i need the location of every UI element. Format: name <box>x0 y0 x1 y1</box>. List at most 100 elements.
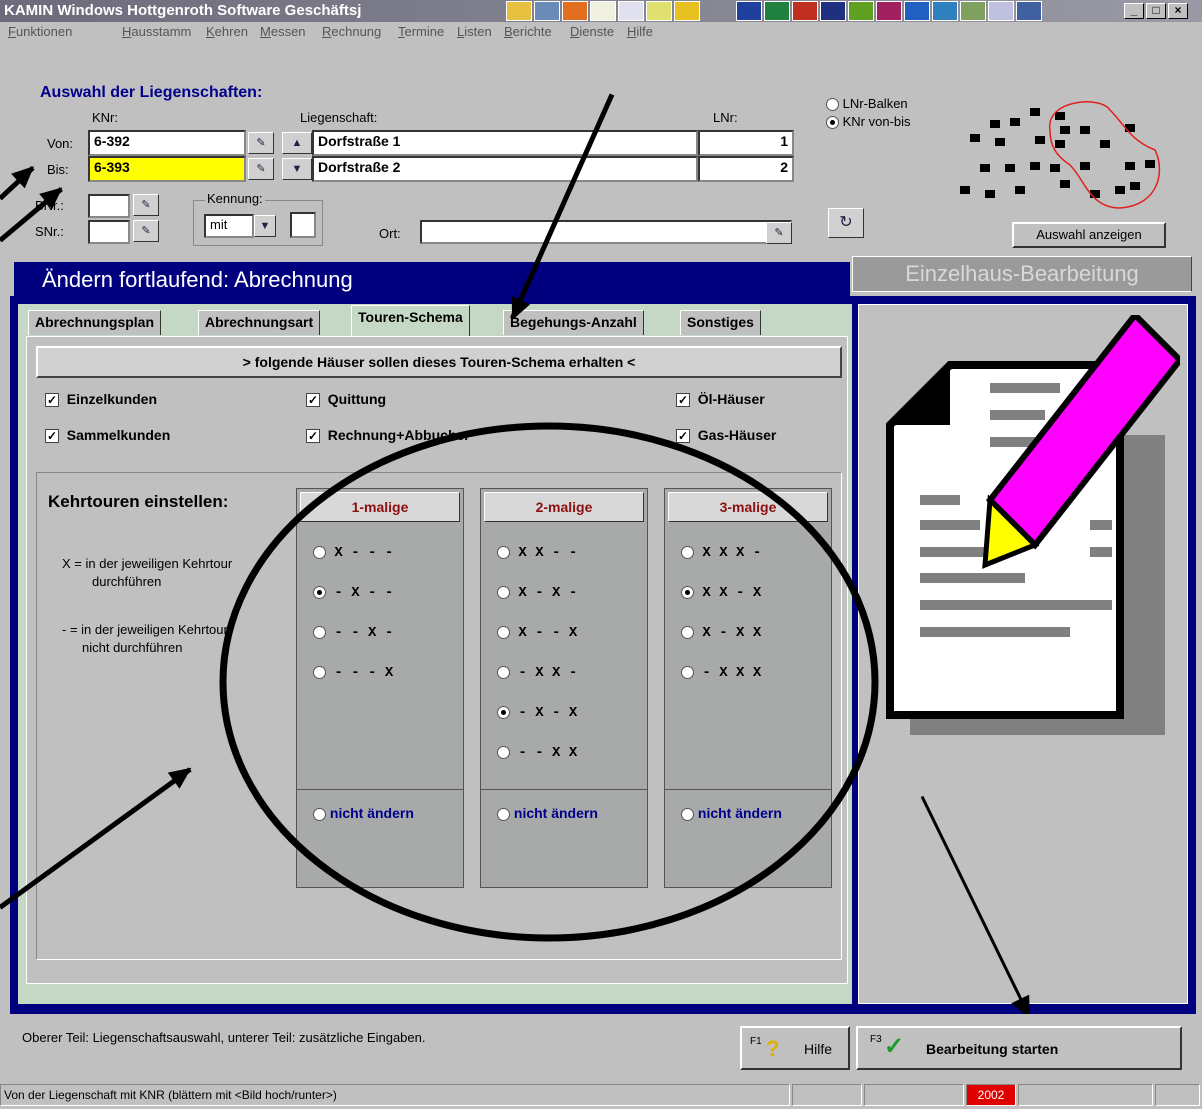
toolbar-icon[interactable] <box>1016 1 1042 21</box>
bis-lookup-icon[interactable]: ✎ <box>248 158 274 180</box>
header-left-title: Ändern fortlaufend: Abrechnung <box>14 262 850 298</box>
check-oel-haeuser[interactable]: ✓ Öl-Häuser <box>676 391 765 408</box>
radio-knr-von-bis[interactable]: KNr von-bis <box>826 114 911 130</box>
check-sammelkunden[interactable]: ✓ Sammelkunden <box>45 427 171 444</box>
search-icon[interactable] <box>988 1 1014 21</box>
checkbox-icon: ✓ <box>306 393 320 408</box>
calendar-icon[interactable] <box>618 1 644 21</box>
maximize-button[interactable]: □ <box>1146 3 1166 19</box>
menu-rechnung[interactable]: Rechnung <box>322 24 381 39</box>
von-liegenschaft-field[interactable]: Dorfstraße 1 <box>312 130 698 156</box>
snr-field[interactable] <box>88 220 130 244</box>
ort-field[interactable] <box>420 220 792 244</box>
toolbar-icon[interactable] <box>932 1 958 21</box>
bis-lnr-field[interactable]: 2 <box>698 156 794 182</box>
toolbar-icon[interactable] <box>876 1 902 21</box>
legend-x-line2: durchführen <box>92 574 162 589</box>
snr-label: SNr.: <box>35 224 64 239</box>
hilfe-button[interactable]: F1 ? Hilfe <box>740 1026 850 1070</box>
mail-icon[interactable] <box>590 1 616 21</box>
check-einzelkunden[interactable]: ✓ Einzelkunden <box>45 391 158 408</box>
von-lookup-icon[interactable]: ✎ <box>248 132 274 154</box>
tab-abrechnungsplan[interactable]: Abrechnungsplan <box>28 310 162 335</box>
f3-key: F3 <box>870 1034 882 1045</box>
tab-sonstiges[interactable]: Sonstiges <box>680 310 761 335</box>
auswahl-heading: Auswahl der Liegenschaften: <box>40 84 263 101</box>
menu-hausstamm[interactable]: Hausstamm <box>122 24 191 39</box>
von-knr-field[interactable]: 6-392 <box>88 130 246 156</box>
toolbar-icon[interactable] <box>506 1 532 21</box>
radio-lnr-label: LNr-Balken <box>842 96 908 111</box>
radio-lnr-balken[interactable]: LNr-Balken <box>826 96 908 112</box>
status-bar-cell <box>864 1084 964 1106</box>
einzelhaus-tab[interactable]: Einzelhaus-Bearbeitung <box>852 256 1192 292</box>
bis-liegenschaft-field[interactable]: Dorfstraße 2 <box>312 156 698 182</box>
chevron-down-icon[interactable]: ▼ <box>254 215 276 237</box>
ort-lookup-icon[interactable]: ✎ <box>766 222 792 244</box>
checkmark-icon: ✓ <box>884 1033 905 1060</box>
menu-hilfe[interactable]: Hilfe <box>627 24 653 39</box>
document-pencil-icon <box>886 315 1180 735</box>
snr-lookup-icon[interactable]: ✎ <box>133 220 159 242</box>
ort-label: Ort: <box>379 226 401 241</box>
excel-icon[interactable] <box>764 1 790 21</box>
toolbar-icon[interactable] <box>848 1 874 21</box>
refresh-icon[interactable]: ↻ <box>828 208 864 238</box>
down-arrow-button[interactable]: ▼ <box>282 158 312 180</box>
annotation-ellipse <box>219 422 879 942</box>
toolbar-icon[interactable] <box>792 1 818 21</box>
checkbox-icon: ✓ <box>676 393 690 408</box>
toolbar-icon[interactable] <box>960 1 986 21</box>
bnr-field[interactable] <box>88 194 130 218</box>
lnr-label: LNr: <box>713 110 738 125</box>
toolbar-icon[interactable] <box>820 1 846 21</box>
checkbox-icon: ✓ <box>45 393 59 408</box>
start-label: Bearbeitung starten <box>926 1041 1059 1057</box>
radio-icon <box>826 116 839 130</box>
legend-dash-line2: nicht durchführen <box>82 640 183 655</box>
title-bar: KAMIN Windows Hottgenroth Software Gesch… <box>0 0 1202 22</box>
up-arrow-button[interactable]: ▲ <box>282 132 312 154</box>
bnr-lookup-icon[interactable]: ✎ <box>133 194 159 216</box>
von-label: Von: <box>47 136 74 151</box>
kennung-field[interactable] <box>290 212 316 238</box>
check-label: Einzelkunden <box>66 391 158 407</box>
menu-kehren[interactable]: Kehren <box>206 24 248 39</box>
menu-messen[interactable]: Messen <box>260 24 306 39</box>
toolbar-icon[interactable] <box>646 1 672 21</box>
tab-abrechnungsart[interactable]: Abrechnungsart <box>198 310 321 335</box>
menu-funktionen[interactable]: Funktionen <box>8 24 72 39</box>
houses-map-icon <box>960 101 1161 209</box>
menu-listen[interactable]: Listen <box>457 24 492 39</box>
toolbar-icon[interactable] <box>674 1 700 21</box>
minimize-button[interactable]: _ <box>1124 3 1144 19</box>
knr-label: KNr: <box>92 110 118 125</box>
menu-dienste[interactable]: Dienste <box>570 24 614 39</box>
toolbar-icon[interactable] <box>904 1 930 21</box>
close-button[interactable]: × <box>1168 3 1188 19</box>
legend-x-line1: X = in der jeweiligen Kehrtour <box>62 556 233 571</box>
menu-berichte[interactable]: Berichte <box>504 24 552 39</box>
annotation-arrow <box>0 165 35 201</box>
check-label: Sammelkunden <box>66 427 171 443</box>
bearbeitung-starten-button[interactable]: F3 ✓ Bearbeitung starten <box>856 1026 1182 1070</box>
help-icon: ? <box>766 1036 780 1061</box>
toolbar-icon[interactable] <box>534 1 560 21</box>
menu-termine[interactable]: Termine <box>398 24 444 39</box>
status-bar-text: Von der Liegenschaft mit KNR (blättern m… <box>0 1084 790 1106</box>
von-lnr-field[interactable]: 1 <box>698 130 794 156</box>
bis-label: Bis: <box>47 162 69 177</box>
check-label: Quittung <box>327 391 387 407</box>
liegenschaft-label: Liegenschaft: <box>300 110 378 125</box>
radio-knr-label: KNr von-bis <box>842 114 911 129</box>
tab-touren-schema[interactable]: Touren-Schema <box>351 305 470 336</box>
banner: > folgende Häuser sollen dieses Touren-S… <box>36 346 842 378</box>
bis-knr-field[interactable]: 6-393 <box>88 156 246 182</box>
check-quittung[interactable]: ✓ Quittung <box>306 391 387 408</box>
auswahl-anzeigen-button[interactable]: Auswahl anzeigen <box>1012 222 1166 248</box>
toolbar-icon[interactable] <box>562 1 588 21</box>
kennung-select[interactable]: mit <box>204 214 254 238</box>
check-label: Öl-Häuser <box>697 391 765 407</box>
status-bar-cell <box>1018 1084 1153 1106</box>
word-icon[interactable] <box>736 1 762 21</box>
